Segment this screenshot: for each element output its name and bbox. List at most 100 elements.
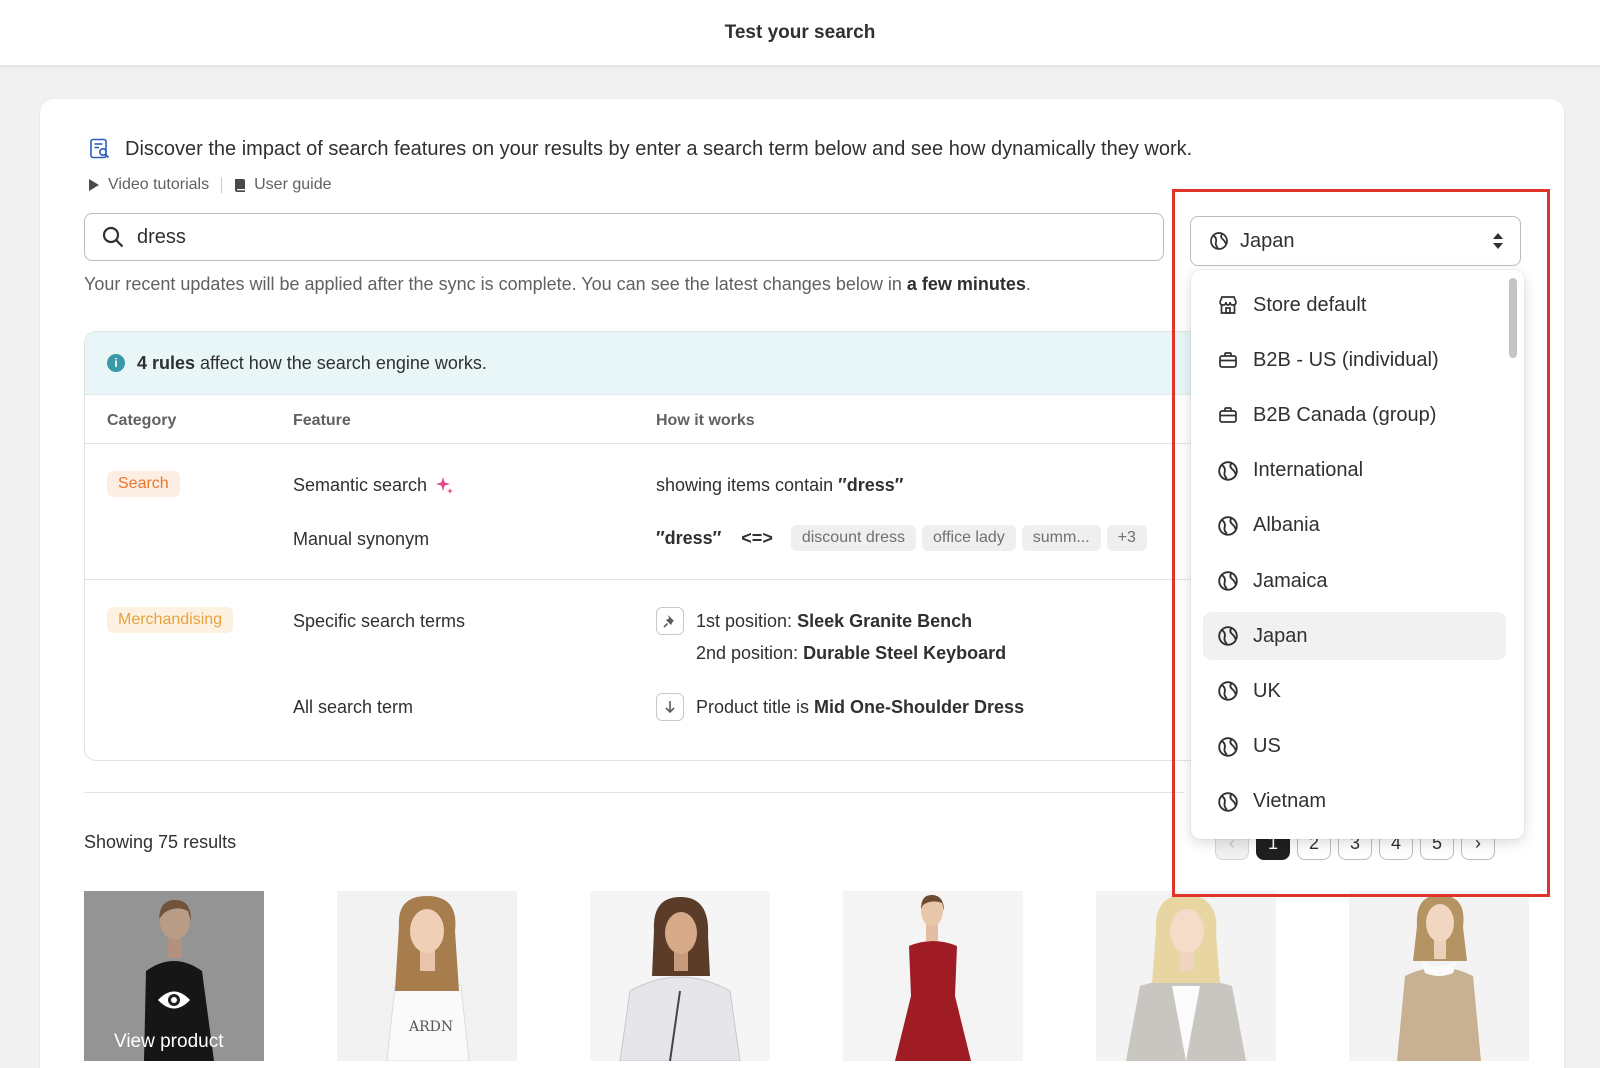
sync-note-suffix: .	[1025, 274, 1031, 294]
globe-icon	[1217, 736, 1239, 758]
category-badge-search: Search	[107, 471, 180, 497]
position-label: 2nd position:	[696, 643, 804, 663]
synonym-operator: <=>	[741, 527, 773, 548]
eye-icon	[158, 991, 190, 1009]
rule-value: Mid One-Shoulder Dress	[814, 696, 1025, 717]
market-option-label: Japan	[1253, 624, 1308, 647]
sync-note: Your recent updates will be applied afte…	[84, 274, 1031, 295]
globe-icon	[1217, 515, 1239, 537]
position-label: 1st position:	[696, 610, 798, 631]
play-icon	[89, 179, 99, 191]
globe-icon	[1217, 680, 1239, 702]
briefcase-icon	[1217, 349, 1239, 371]
feature-all-search-term: All search term	[293, 697, 414, 717]
sync-note-text: Your recent updates will be applied afte…	[84, 274, 907, 294]
market-select-value: Japan	[1240, 229, 1295, 252]
synonym-term: ′′dress′′	[656, 527, 722, 548]
product-card[interactable]	[590, 891, 770, 1061]
market-option-label: Vietnam	[1253, 790, 1327, 813]
search-input[interactable]: dress	[84, 213, 1164, 261]
search-value: dress	[137, 225, 186, 248]
product-image: ARDN	[337, 891, 517, 1061]
feature-manual-synonym: Manual synonym	[293, 529, 430, 549]
how-term: ′′dress′′	[838, 475, 904, 495]
market-dropdown: Store default B2B - US (individual) B2B Ca…	[1191, 270, 1524, 839]
market-option-label: B2B Canada (group)	[1253, 403, 1437, 426]
market-option[interactable]: Japan	[1203, 612, 1506, 661]
synonym-more-tag: +3	[1106, 525, 1147, 551]
market-option[interactable]: Store default	[1203, 281, 1506, 329]
sparkle-icon	[436, 476, 454, 494]
feature-specific-search-terms: Specific search terms	[293, 611, 466, 631]
how-specific-search-terms-line2: 2nd position: Durable Steel Keyboard	[696, 643, 1006, 664]
product-image	[590, 891, 770, 1061]
intro-text: Discover the impact of search features o…	[125, 137, 1193, 160]
header-divider	[85, 443, 1203, 444]
market-option-label: UK	[1253, 679, 1281, 702]
product-card[interactable]	[843, 891, 1023, 1061]
search-icon	[102, 226, 124, 248]
help-links: Video tutorials User guide	[88, 176, 331, 194]
globe-icon	[1217, 570, 1239, 592]
page-title: Test your search	[724, 21, 876, 43]
info-icon: i	[107, 354, 125, 372]
video-tutorials-label: Video tutorials	[108, 176, 210, 193]
synonym-tag: discount dress	[790, 525, 917, 551]
user-guide-label: User guide	[254, 176, 332, 193]
group-divider	[85, 579, 1203, 580]
market-option[interactable]: International	[1203, 447, 1506, 495]
briefcase-icon	[1217, 404, 1239, 426]
market-option-label: International	[1253, 459, 1364, 482]
svg-text:ARDN: ARDN	[408, 1019, 453, 1035]
market-option-label: US	[1253, 735, 1281, 758]
market-option-label: Store default	[1253, 293, 1367, 316]
rule-label: Product title is	[696, 696, 815, 717]
rules-banner: i 4 rules affect how the search engine w…	[85, 332, 1203, 395]
market-option[interactable]: B2B - US (individual)	[1203, 336, 1506, 384]
product-card[interactable]: ARDN	[337, 891, 517, 1061]
market-option[interactable]: B2B Canada (group)	[1203, 391, 1506, 439]
globe-icon	[1217, 625, 1239, 647]
dropdown-scrollbar[interactable]	[1509, 278, 1517, 358]
view-product-label: View product	[114, 1031, 224, 1052]
globe-icon	[1210, 232, 1228, 250]
product-image	[843, 891, 1023, 1061]
synonym-tag: summ...	[1021, 525, 1101, 551]
top-bar: Test your search	[0, 0, 1600, 66]
market-option[interactable]: Vietnam	[1203, 778, 1506, 826]
product-card[interactable]	[1096, 891, 1276, 1061]
product-image	[1096, 891, 1276, 1061]
market-option[interactable]: Jamaica	[1203, 557, 1506, 605]
column-header-category: Category	[107, 412, 177, 429]
rules-count: 4 rules	[137, 352, 196, 373]
column-header-how: How it works	[656, 412, 755, 429]
market-option-label: B2B - US (individual)	[1253, 348, 1439, 371]
column-header-feature: Feature	[293, 412, 351, 429]
section-divider	[84, 792, 1184, 793]
how-specific-search-terms: 1st position: Sleek Granite Bench	[656, 607, 972, 635]
product-card[interactable]	[1349, 891, 1529, 1061]
market-option[interactable]: Albania	[1203, 502, 1506, 550]
market-option-label: Jamaica	[1253, 569, 1328, 592]
feature-label: Semantic search	[293, 475, 428, 495]
pin-icon	[656, 607, 684, 635]
market-option[interactable]: UK	[1203, 667, 1506, 715]
category-badge-merchandising: Merchandising	[107, 607, 234, 633]
arrow-down-icon	[656, 693, 684, 721]
book-icon	[235, 178, 246, 192]
how-prefix: showing items contain	[656, 475, 839, 495]
market-option[interactable]: US	[1203, 723, 1506, 771]
product-card[interactable]: View product	[84, 891, 264, 1061]
feature-semantic-search: Semantic search	[293, 475, 455, 496]
search-report-icon	[90, 138, 110, 159]
rules-banner-suffix: affect how the search engine works.	[195, 352, 487, 373]
product-image	[1349, 891, 1529, 1061]
market-select[interactable]: Japan	[1190, 216, 1521, 266]
select-arrows-icon	[1493, 233, 1503, 249]
product-grid: View product ARDN	[84, 891, 1529, 1068]
user-guide-link[interactable]: User guide	[234, 176, 331, 194]
how-manual-synonym: ′′dress′′ <=> discount dress office lady…	[656, 525, 1147, 551]
how-semantic-search: showing items contain ′′dress′′	[656, 475, 903, 496]
store-icon	[1217, 294, 1239, 316]
video-tutorials-link[interactable]: Video tutorials	[88, 176, 209, 194]
